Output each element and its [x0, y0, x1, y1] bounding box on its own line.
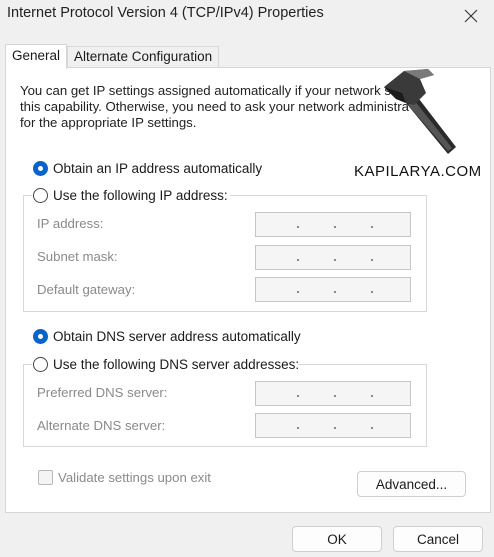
description-line: You can get IP settings assigned automat…	[20, 83, 421, 98]
description-text: You can get IP settings assigned automat…	[20, 83, 420, 132]
radio-selected-icon	[33, 328, 48, 344]
groupbox-border	[230, 195, 427, 196]
preferred-dns-field[interactable]	[255, 381, 411, 406]
ip-address-field[interactable]	[255, 212, 411, 237]
preferred-dns-label: Preferred DNS server:	[37, 385, 168, 400]
tab-general[interactable]: General	[5, 44, 68, 69]
description-line: this capability. Otherwise, you need to …	[20, 99, 409, 115]
subnet-mask-field[interactable]	[255, 245, 411, 270]
ip-auto-label: Obtain an IP address automatically	[53, 160, 263, 176]
validate-label: Validate settings upon exit	[58, 470, 211, 485]
ip-auto-radio[interactable]: Obtain an IP address automatically	[33, 159, 262, 177]
close-icon	[464, 9, 478, 23]
default-gateway-label: Default gateway:	[37, 282, 136, 297]
default-gateway-field[interactable]	[255, 277, 411, 302]
ok-button[interactable]: OK	[292, 526, 382, 552]
tab-alternate-configuration[interactable]: Alternate Configuration	[67, 46, 220, 68]
groupbox-border	[298, 364, 427, 365]
cancel-button[interactable]: Cancel	[393, 526, 483, 552]
alternate-dns-label: Alternate DNS server:	[37, 418, 166, 433]
advanced-button[interactable]: Advanced...	[357, 471, 466, 497]
subnet-mask-label: Subnet mask:	[37, 249, 118, 264]
watermark-text: KAPILARYA.COM	[354, 163, 482, 180]
alternate-dns-field[interactable]	[255, 413, 411, 438]
groupbox-border	[23, 364, 32, 365]
description-line: for the appropriate IP settings.	[20, 115, 197, 131]
groupbox-border	[23, 195, 32, 196]
dns-auto-radio[interactable]: Obtain DNS server address automatically	[33, 327, 301, 345]
window-title: Internet Protocol Version 4 (TCP/IPv4) P…	[7, 5, 324, 21]
ip-address-label: IP address:	[37, 216, 104, 231]
checkbox-icon	[38, 470, 53, 485]
validate-checkbox[interactable]: Validate settings upon exit	[38, 470, 211, 485]
hammer-logo	[384, 69, 456, 154]
dns-auto-label: Obtain DNS server address automatically	[53, 328, 301, 344]
close-button[interactable]	[448, 0, 494, 32]
title-bar: Internet Protocol Version 4 (TCP/IPv4) P…	[0, 0, 494, 32]
radio-selected-icon	[33, 160, 48, 176]
